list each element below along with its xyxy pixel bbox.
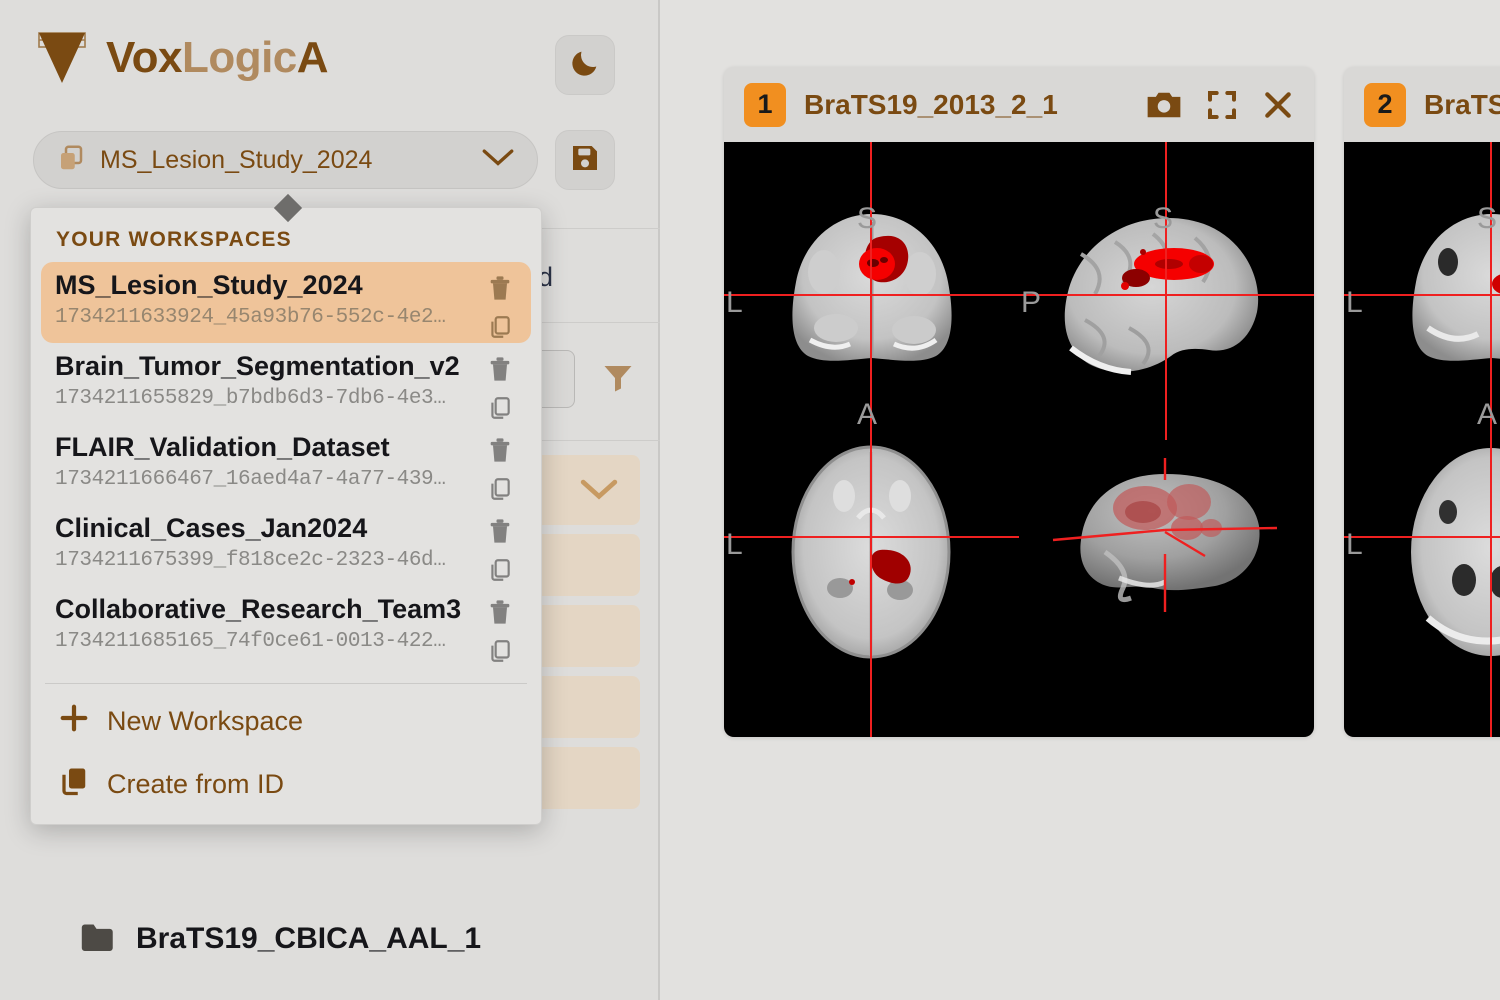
brand-suffix: A <box>296 33 329 82</box>
copy-icon[interactable] <box>487 395 513 426</box>
create-from-id-label: Create from ID <box>107 769 285 799</box>
viewer-panel-1-tools <box>1146 89 1294 121</box>
page-title: VoxLogicA <box>106 33 329 83</box>
status-badge: 2 <box>1364 82 1406 127</box>
copy-icon[interactable] <box>487 557 513 588</box>
viewport-coronal[interactable]: L S A <box>724 142 1019 440</box>
viewport-axial[interactable]: L <box>1344 439 1500 737</box>
workspace-name: MS_Lesion_Study_2024 <box>55 270 363 300</box>
divider <box>45 683 527 684</box>
viewer-panel-1-header: 1 BraTS19_2013_2_1 <box>724 67 1314 142</box>
workspace-id: 1734211685165_74f0ce61-0013-422… <box>55 630 446 653</box>
workspace-selector-value: MS_Lesion_Study_2024 <box>100 145 373 174</box>
viewport-volume-3d[interactable] <box>1019 440 1314 738</box>
workspace-name: Clinical_Cases_Jan2024 <box>55 513 368 543</box>
list-item[interactable]: Brain_Tumor_Segmentation_v2 173421165582… <box>41 343 531 424</box>
brand-prefix: Vox <box>106 33 182 82</box>
camera-screenshot-icon[interactable] <box>1146 90 1182 120</box>
copy-icon[interactable] <box>487 314 513 345</box>
viewer-panel-2-header: 2 BraTS19_CBICA_AAL_1 <box>1344 67 1500 142</box>
workspace-id: 1734211655829_b7bdb6d3-7db6-4e3… <box>55 387 446 410</box>
plus-icon <box>59 703 89 740</box>
viewer-panel-1-title: BraTS19_2013_2_1 <box>804 88 1058 120</box>
viewer-panel-2-title: BraTS19_CBICA_AAL_1 <box>1424 88 1500 120</box>
trash-icon[interactable] <box>487 436 513 469</box>
trash-icon[interactable] <box>487 598 513 631</box>
viewer-area: 1 BraTS19_2013_2_1 L S A P S L 2 BraTS L… <box>662 0 1500 1000</box>
chevron-down-icon[interactable] <box>580 477 618 508</box>
folder-icon <box>80 923 116 956</box>
workspace-name: Collaborative_Research_Team3 <box>55 594 462 624</box>
trash-icon[interactable] <box>487 517 513 550</box>
sidebar: elected BraTS19_CBICA_AAL_1 <box>0 0 660 1000</box>
viewport-coronal[interactable]: L S A <box>1344 142 1500 440</box>
workspace-id: 1734211666467_16aed4a7-4a77-439… <box>55 468 446 491</box>
voxlogica-triangle-logo-icon <box>36 30 88 86</box>
copy-icon[interactable] <box>487 638 513 669</box>
list-item[interactable]: Clinical_Cases_Jan2024 1734211675399_f81… <box>41 505 531 586</box>
workspace-id: 1734211633924_45a93b76-552c-4e2… <box>55 306 446 329</box>
copy-icon <box>59 766 89 803</box>
fullscreen-expand-icon[interactable] <box>1206 89 1238 121</box>
viewport-axial[interactable]: L <box>724 439 1019 737</box>
chevron-down-icon[interactable] <box>481 147 515 174</box>
new-workspace-button[interactable]: New Workspace <box>31 690 541 753</box>
status-badge: 1 <box>744 82 786 127</box>
brand-mid: Logic <box>181 33 297 82</box>
viewer-panel-2-canvas[interactable]: L S A P S <box>1344 142 1500 737</box>
funnel-filter-icon[interactable] <box>598 360 638 401</box>
trash-icon[interactable] <box>487 355 513 388</box>
list-item[interactable]: FLAIR_Validation_Dataset 1734211666467_1… <box>41 424 531 505</box>
tree-item-brats19-cbica-aal-1[interactable]: BraTS19_CBICA_AAL_1 <box>80 922 481 956</box>
trash-icon[interactable] <box>487 274 513 307</box>
workspace-name: Brain_Tumor_Segmentation_v2 <box>55 351 460 381</box>
new-workspace-label: New Workspace <box>107 706 304 736</box>
viewer-panel-2: 2 BraTS19_CBICA_AAL_1 <box>1344 67 1500 737</box>
copy-icon[interactable] <box>487 476 513 507</box>
save-workspace-button[interactable] <box>555 130 615 190</box>
viewer-panel-1-canvas[interactable]: L S A P S L <box>724 142 1314 737</box>
theme-toggle-button[interactable] <box>555 35 615 95</box>
workspace-name: FLAIR_Validation_Dataset <box>55 432 390 462</box>
close-x-icon[interactable] <box>1262 89 1294 121</box>
app-root: elected BraTS19_CBICA_AAL_1 <box>0 0 1500 1000</box>
list-item[interactable]: Collaborative_Research_Team3 17342116851… <box>41 586 531 667</box>
list-item[interactable]: MS_Lesion_Study_2024 1734211633924_45a93… <box>41 262 531 343</box>
create-from-id-button[interactable]: Create from ID <box>31 753 541 816</box>
floppy-disk-save-icon <box>569 142 601 179</box>
moon-icon <box>568 46 602 85</box>
workspace-id: 1734211675399_f818ce2c-2323-46d… <box>55 549 446 572</box>
viewport-sagittal[interactable]: P S <box>1019 142 1314 440</box>
workspace-selector[interactable]: MS_Lesion_Study_2024 <box>33 131 538 189</box>
workspace-copy-icon <box>56 143 86 178</box>
tree-item-label: BraTS19_CBICA_AAL_1 <box>136 922 482 955</box>
app-brand: VoxLogicA <box>36 30 329 86</box>
viewer-panel-1: 1 BraTS19_2013_2_1 L S A P S L <box>724 67 1314 737</box>
workspace-dropdown-menu: YOUR WORKSPACES MS_Lesion_Study_2024 173… <box>30 193 542 825</box>
